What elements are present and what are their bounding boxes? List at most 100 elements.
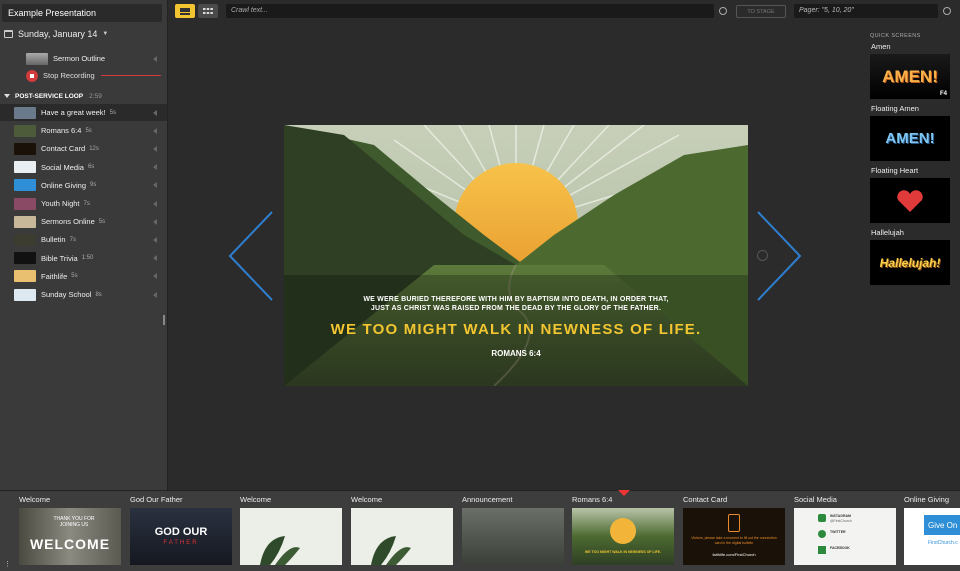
filmstrip-item-announcement[interactable]: Announcement: [443, 491, 564, 571]
loop-item[interactable]: Social Media 6s: [0, 159, 167, 176]
item-thumbnail: [14, 288, 36, 301]
quick-screen-floating-heart[interactable]: Floating Heart: [866, 166, 960, 223]
quick-screen-floating-amen[interactable]: Floating Amen AMEN!: [866, 104, 960, 161]
loop-item-label: Bible Trivia: [41, 253, 78, 263]
to-stage-button[interactable]: TO STAGE: [736, 5, 786, 18]
quick-screen-label: Floating Amen: [871, 104, 919, 113]
filmstrip-label: God Our Father: [130, 495, 183, 504]
filmstrip-item-contact-card[interactable]: Contact Card Visitors, please take a mom…: [664, 491, 785, 571]
go-arrow-icon[interactable]: [153, 164, 157, 171]
go-arrow-icon[interactable]: [153, 55, 157, 62]
filmstrip-toggle-icon[interactable]: ⋮: [4, 560, 11, 568]
quick-screen-thumbnail[interactable]: Hallelujah!: [870, 240, 950, 285]
filmstrip-item-welcome[interactable]: Welcome THANK YOU FOR JOINING US WELCOME: [0, 491, 121, 571]
filmstrip-thumbnail[interactable]: [462, 508, 564, 565]
facebook-icon: [818, 546, 826, 554]
loop-item[interactable]: Romans 6:4 5s: [0, 122, 167, 139]
go-arrow-icon[interactable]: [153, 127, 157, 134]
presentation-title[interactable]: Example Presentation: [2, 4, 162, 22]
record-stop-icon[interactable]: [26, 69, 38, 82]
pager-input[interactable]: Pager: "5, 10, 20": [794, 4, 938, 18]
quick-screen-amen[interactable]: Amen AMEN! F4: [866, 42, 960, 99]
thumb-small-text: @FirstChurch: [830, 519, 852, 523]
loop-item-duration: 6s: [87, 164, 95, 171]
filmstrip-item-social-media[interactable]: Social Media INSTAGRAM @FirstChurch TWIT…: [775, 491, 896, 571]
stop-recording-row[interactable]: Stop Recording: [0, 67, 167, 84]
go-arrow-icon[interactable]: [153, 255, 157, 262]
crawl-text-input[interactable]: Crawl text...: [226, 4, 714, 18]
slide-text-line-2: JUST AS CHRIST WAS RAISED FROM THE DEAD …: [370, 305, 662, 312]
previous-slide-icon[interactable]: [228, 210, 274, 302]
loop-item[interactable]: Bible Trivia 1:50: [0, 250, 167, 267]
loop-item-duration: 1:50: [81, 255, 94, 262]
filmstrip-thumbnail[interactable]: Give On FirstChurch.c: [904, 508, 960, 565]
slide-background-image: [284, 125, 748, 386]
go-arrow-icon[interactable]: [153, 200, 157, 207]
item-thumbnail: [14, 161, 36, 174]
quick-screen-thumbnail[interactable]: AMEN!: [870, 116, 950, 161]
filmstrip-item-online-giving[interactable]: Online Giving Give On FirstChurch.c: [885, 491, 960, 571]
current-slide[interactable]: WE WERE BURIED THEREFORE WITH HIM BY BAP…: [284, 125, 748, 386]
quick-screen-hallelujah[interactable]: Hallelujah Hallelujah!: [866, 228, 960, 285]
quick-screen-label: Hallelujah: [871, 228, 904, 237]
resize-handle[interactable]: [163, 315, 165, 325]
quick-screen-label: Amen: [871, 42, 891, 51]
loop-item[interactable]: Faithlife 5s: [0, 268, 167, 285]
quick-screen-thumbnail[interactable]: AMEN! F4: [870, 54, 950, 99]
loading-spinner: [757, 250, 768, 261]
thumb-small-text: FATHER: [163, 540, 199, 546]
loop-item-duration: 5s: [71, 273, 78, 280]
recording-line: [100, 75, 161, 76]
filmstrip-item-romans[interactable]: Romans 6:4 WE TOO MIGHT WALK IN NEWNESS …: [553, 491, 674, 571]
quick-screens-heading: QUICK SCREENS: [870, 33, 921, 39]
grid-view-button[interactable]: [198, 4, 218, 18]
loop-item[interactable]: Bulletin 7s: [0, 231, 167, 248]
slide-emphasis-text: WE TOO MIGHT WALK IN NEWNESS OF LIFE.: [330, 321, 702, 338]
item-thumbnail: [14, 106, 36, 119]
loop-item-duration: 5s: [109, 109, 116, 116]
filmstrip-thumbnail[interactable]: Visitors, please take a moment to fill o…: [683, 508, 785, 565]
filmstrip-thumbnail[interactable]: INSTAGRAM @FirstChurch TWITTER FACEBOOK: [794, 508, 896, 565]
filmstrip-item-god-our-father[interactable]: God Our Father GOD OUR FATHER: [111, 491, 232, 571]
loop-item-label: Youth Night: [41, 199, 80, 208]
item-thumbnail: [14, 197, 36, 210]
filmstrip-item-welcome-2[interactable]: Welcome: [221, 491, 342, 571]
date-selector[interactable]: Sunday, January 14 ▼: [4, 29, 108, 39]
loop-item[interactable]: Contact Card 12s: [0, 140, 167, 157]
crawl-clear-icon[interactable]: [719, 7, 727, 15]
go-arrow-icon[interactable]: [153, 182, 157, 189]
loop-item[interactable]: Online Giving 9s: [0, 177, 167, 194]
loop-item[interactable]: Sunday School 8s: [0, 286, 167, 303]
go-arrow-icon[interactable]: [153, 145, 157, 152]
filmstrip-thumbnail[interactable]: THANK YOU FOR JOINING US WELCOME: [19, 508, 121, 565]
loop-item[interactable]: Youth Night 7s: [0, 195, 167, 212]
filmstrip-thumbnail[interactable]: [240, 508, 342, 565]
filmstrip-thumbnail[interactable]: GOD OUR FATHER: [130, 508, 232, 565]
loop-item[interactable]: Sermons Online 5s: [0, 213, 167, 230]
filmstrip-item-welcome-3[interactable]: Welcome: [332, 491, 453, 571]
go-arrow-icon[interactable]: [153, 218, 157, 225]
filmstrip-thumbnail[interactable]: [351, 508, 453, 565]
thumb-small-text: faithlife.com/FirstChurch: [712, 552, 756, 557]
pager-clear-icon[interactable]: [943, 7, 951, 15]
calendar-icon: [4, 30, 13, 38]
sidebar-item-sermon-outline[interactable]: Sermon Outline: [0, 50, 167, 67]
go-arrow-icon[interactable]: [153, 109, 157, 116]
single-view-button[interactable]: [175, 4, 195, 18]
go-arrow-icon[interactable]: [153, 273, 157, 280]
sun-shape: [610, 518, 636, 544]
twitter-icon: [818, 530, 826, 538]
loop-item[interactable]: Have a great week! 5s: [0, 104, 167, 121]
loop-duration: 2:59: [89, 92, 102, 100]
thumb-text: AMEN!: [882, 66, 938, 86]
filmstrip-thumbnail[interactable]: WE TOO MIGHT WALK IN NEWNESS OF LIFE.: [572, 508, 674, 565]
quick-screen-thumbnail[interactable]: [870, 178, 950, 223]
collapse-icon[interactable]: [4, 94, 10, 98]
loop-header[interactable]: POST-SERVICE LOOP 2:59: [0, 90, 167, 102]
loop-item-label: Faithlife: [41, 271, 68, 281]
filmstrip-label: Social Media: [794, 495, 837, 504]
go-arrow-icon[interactable]: [153, 291, 157, 298]
go-arrow-icon[interactable]: [153, 236, 157, 243]
item-thumbnail: [14, 270, 36, 283]
loop-item-duration: 12s: [89, 145, 99, 152]
